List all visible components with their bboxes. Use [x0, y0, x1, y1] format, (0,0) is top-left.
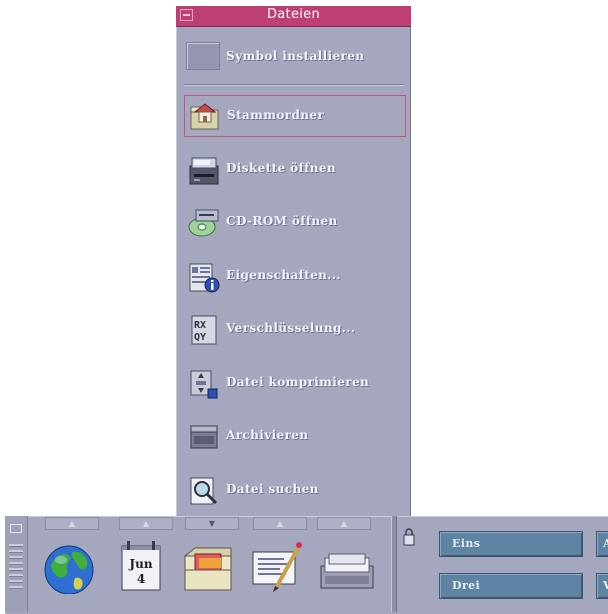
subpanel-item-label: Eigenschaften...: [226, 268, 342, 282]
encryption-icon: RX QY: [191, 315, 217, 345]
svg-text:RX: RX: [194, 320, 206, 331]
minimize-panel-button[interactable]: [10, 524, 22, 533]
subpanel-item-encryption[interactable]: RX QY Verschlüsselung...: [184, 309, 406, 351]
workspace-button-a[interactable]: A: [596, 531, 608, 557]
subpanel-item-find-file[interactable]: Datei suchen: [184, 470, 406, 512]
compress-icon: [190, 370, 218, 399]
workspace-label: V: [603, 579, 608, 592]
subpanel-item-open-cdrom[interactable]: CD-ROM öffnen: [184, 202, 406, 244]
workspace-button-v[interactable]: V: [596, 573, 608, 599]
grip-line: [9, 568, 23, 570]
install-drop-target[interactable]: [186, 42, 220, 70]
calendar-control[interactable]: Jun 4: [113, 534, 169, 604]
workspace-switch: Eins A Drei V: [397, 516, 608, 612]
svg-text:QY: QY: [194, 332, 206, 343]
subpanel-item-label: Stammordner: [227, 108, 325, 122]
subpanel-arrow-up[interactable]: ▲: [253, 517, 307, 530]
calendar-month: Jun: [129, 557, 153, 571]
floppy-drive-icon: [189, 157, 219, 185]
subpanel-arrow-up[interactable]: ▲: [317, 517, 371, 530]
subpanel-item-label: Diskette öffnen: [226, 161, 336, 175]
globe-icon: [44, 545, 94, 595]
grip-line: [9, 562, 23, 564]
grip-line: [9, 586, 23, 588]
workspace-label: A: [603, 537, 608, 550]
mail-icon: [320, 553, 374, 589]
lock-screen-icon[interactable]: [403, 528, 415, 546]
workspace-label: Eins: [452, 537, 481, 550]
grip-line: [9, 580, 23, 582]
subpanel-item-label: CD-ROM öffnen: [226, 214, 338, 228]
text-editor-control[interactable]: [249, 534, 305, 604]
subpanel-arrow-up[interactable]: ▲: [45, 517, 99, 530]
front-panel: ▲ ▲ ▼ ▲ ▲ Jun 4 Eins A Drei V: [5, 516, 608, 614]
grip-line: [9, 556, 23, 558]
subpanel-divider: [184, 84, 404, 86]
cdrom-icon: [188, 209, 219, 237]
properties-icon: [189, 263, 220, 293]
subpanel-item-open-floppy[interactable]: Diskette öffnen: [184, 149, 406, 191]
subpanel-title: Dateien: [266, 7, 321, 22]
calendar-day: 4: [136, 572, 146, 586]
subpanel-arrow-down[interactable]: ▼: [185, 517, 239, 530]
file-manager-control[interactable]: [181, 534, 237, 604]
subpanel-item-archive[interactable]: Archivieren: [184, 416, 406, 458]
find-file-icon: [190, 477, 218, 505]
subpanel-item-label: Verschlüsselung...: [226, 321, 356, 335]
workspace-button-eins[interactable]: Eins: [439, 531, 583, 557]
subpanel-item-properties[interactable]: Eigenschaften...: [184, 256, 406, 298]
home-folder-icon: [190, 103, 219, 130]
install-icon-drop-zone[interactable]: Symbol installieren: [184, 40, 404, 76]
mail-control[interactable]: [315, 534, 374, 604]
subpanel-item-label: Datei komprimieren: [226, 375, 370, 389]
install-icon-label: Symbol installieren: [226, 49, 365, 63]
globe-control[interactable]: [39, 534, 95, 604]
subpanel-arrow-up[interactable]: ▲: [119, 517, 173, 530]
archive-icon: [190, 425, 218, 449]
subpanel-item-home-folder[interactable]: Stammordner: [184, 95, 406, 137]
subpanel-item-compress-file[interactable]: Datei komprimieren: [184, 363, 406, 405]
text-editor-icon: [252, 542, 302, 592]
grip-line: [9, 574, 23, 576]
file-manager-icon: [183, 547, 232, 591]
subpanel-item-label: Datei suchen: [226, 482, 319, 496]
subpanel-title-bar[interactable]: Dateien: [176, 6, 411, 27]
workspace-button-drei[interactable]: Drei: [439, 573, 583, 599]
panel-handle[interactable]: [5, 516, 28, 612]
subpanel-item-label: Archivieren: [226, 428, 309, 442]
grip-line: [9, 550, 23, 552]
grip-line: [9, 544, 23, 546]
files-subpanel: Dateien Symbol installieren Stammordner …: [176, 6, 411, 518]
workspace-label: Drei: [452, 579, 481, 592]
